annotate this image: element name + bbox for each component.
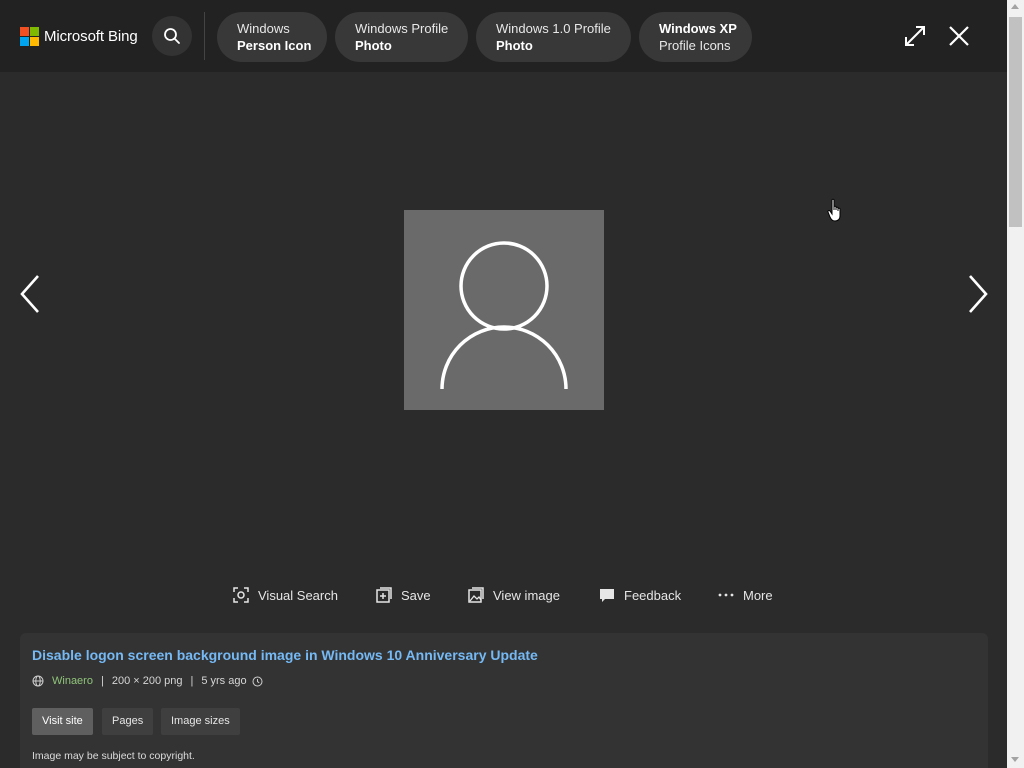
view-image-icon (468, 587, 484, 603)
image-age: 5 yrs ago (201, 675, 247, 687)
chip-line-2: Photo (496, 38, 533, 53)
feedback-button[interactable]: Feedback (598, 582, 681, 608)
chip-line-1: Windows XP (659, 21, 737, 36)
scroll-down-arrow-icon[interactable] (1011, 757, 1019, 762)
action-bar: Visual Search Save View image Feedback M… (0, 582, 1007, 608)
chip-line-2: Photo (355, 38, 392, 53)
related-search-chip-3[interactable]: Windows 1.0 Profile Photo (476, 12, 631, 62)
related-search-chip-2[interactable]: Windows Profile Photo (335, 12, 468, 62)
close-icon[interactable] (945, 22, 973, 50)
scroll-up-arrow-icon[interactable] (1011, 4, 1019, 9)
preview-image[interactable] (404, 210, 604, 410)
hand-cursor-icon (827, 198, 841, 222)
visit-site-button[interactable]: Visit site (32, 708, 93, 735)
brand-name: Microsoft Bing (44, 28, 138, 45)
save-icon (376, 587, 392, 603)
chevron-left-icon[interactable] (16, 272, 44, 316)
header-divider (204, 12, 205, 60)
meta-separator: | (100, 675, 104, 687)
more-icon (718, 593, 734, 597)
microsoft-logo-icon (20, 27, 39, 46)
view-image-button[interactable]: View image (467, 582, 560, 608)
chip-line-1: Windows 1.0 Profile (496, 21, 611, 36)
meta-separator: | (190, 675, 194, 687)
view-image-label: View image (493, 587, 560, 603)
chip-line-1: Windows (237, 21, 290, 36)
globe-icon (32, 675, 44, 687)
feedback-label: Feedback (624, 587, 682, 603)
bing-logo[interactable]: Microsoft Bing (20, 27, 138, 46)
scroll-thumb[interactable] (1009, 17, 1022, 227)
chip-line-1: Windows Profile (355, 21, 449, 36)
chip-line-2: Person Icon (237, 38, 312, 53)
save-button[interactable]: Save (375, 582, 431, 608)
person-silhouette-icon (440, 241, 568, 390)
expand-icon[interactable] (901, 22, 929, 50)
search-icon (164, 28, 180, 44)
more-button[interactable]: More (717, 582, 773, 608)
related-search-chip-1[interactable]: Windows Person Icon (217, 12, 327, 62)
visual-search-label: Visual Search (258, 587, 338, 603)
copyright-notice: Image may be subject to copyright. (32, 750, 195, 762)
clock-icon (252, 676, 263, 686)
chevron-right-icon[interactable] (964, 272, 992, 316)
more-label: More (743, 587, 773, 603)
visual-search-button[interactable]: Visual Search (232, 582, 338, 608)
image-info-card: Disable logon screen background image in… (20, 633, 988, 768)
pages-button[interactable]: Pages (102, 708, 154, 735)
related-search-chip-4[interactable]: Windows XP Profile Icons (639, 12, 752, 62)
vertical-scrollbar[interactable] (1007, 0, 1024, 768)
image-dimensions: 200 × 200 png (111, 675, 183, 687)
source-link[interactable]: Winaero (52, 675, 93, 687)
search-button[interactable] (152, 16, 192, 56)
image-meta: Winaero | 200 × 200 png | 5 yrs ago (32, 673, 263, 689)
header-bar: Microsoft Bing Windows Person Icon Windo… (0, 0, 1007, 72)
feedback-icon (600, 589, 614, 602)
image-title-link[interactable]: Disable logon screen background image in… (32, 647, 538, 663)
chip-line-2: Profile Icons (659, 38, 731, 53)
image-sizes-button[interactable]: Image sizes (161, 708, 240, 735)
visual-search-icon (233, 587, 249, 603)
image-viewer: Microsoft Bing Windows Person Icon Windo… (0, 0, 1007, 768)
save-label: Save (401, 587, 431, 603)
